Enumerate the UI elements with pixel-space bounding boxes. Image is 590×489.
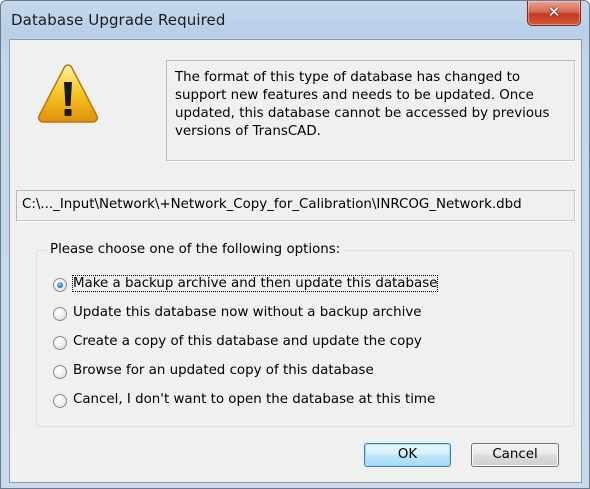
- warning-icon: [38, 64, 98, 123]
- option-copy-and-update[interactable]: Create a copy of this database and updat…: [53, 333, 473, 353]
- database-path-text: C:\..._Input\Network\+Network_Copy_for_C…: [22, 197, 522, 212]
- dialog-body: The format of this type of database has …: [9, 39, 582, 483]
- options-group: Please choose one of the following optio…: [36, 242, 574, 427]
- options-group-label: Please choose one of the following optio…: [47, 242, 344, 257]
- title-bar[interactable]: Database Upgrade Required ✕: [1, 1, 589, 39]
- cancel-button[interactable]: Cancel: [471, 443, 559, 467]
- option-label: Create a copy of this database and updat…: [73, 334, 422, 349]
- radio-button-selected[interactable]: [53, 278, 67, 292]
- option-label: Browse for an updated copy of this datab…: [73, 363, 374, 378]
- message-text: The format of this type of database has …: [175, 70, 550, 139]
- ok-button[interactable]: OK: [364, 443, 451, 467]
- radio-button[interactable]: [53, 365, 67, 379]
- option-update-without-backup[interactable]: Update this database now without a backu…: [53, 304, 473, 324]
- option-label: Cancel, I don't want to open the databas…: [73, 392, 436, 407]
- option-backup-and-update[interactable]: Make a backup archive and then update th…: [53, 275, 473, 295]
- dialog-window: Database Upgrade Required ✕ The format o…: [0, 0, 590, 489]
- option-label: Make a backup archive and then update th…: [71, 275, 439, 292]
- close-button[interactable]: ✕: [527, 1, 581, 26]
- radio-button[interactable]: [53, 394, 67, 408]
- message-panel: The format of this type of database has …: [166, 60, 576, 162]
- close-icon: ✕: [547, 3, 561, 21]
- database-path-field: C:\..._Input\Network\+Network_Copy_for_C…: [16, 190, 576, 222]
- dialog-title: Database Upgrade Required: [11, 11, 226, 29]
- option-label: Update this database now without a backu…: [73, 305, 422, 320]
- option-cancel-open[interactable]: Cancel, I don't want to open the databas…: [53, 391, 473, 411]
- radio-button[interactable]: [53, 336, 67, 350]
- radio-button[interactable]: [53, 307, 67, 321]
- option-browse-updated-copy[interactable]: Browse for an updated copy of this datab…: [53, 362, 473, 382]
